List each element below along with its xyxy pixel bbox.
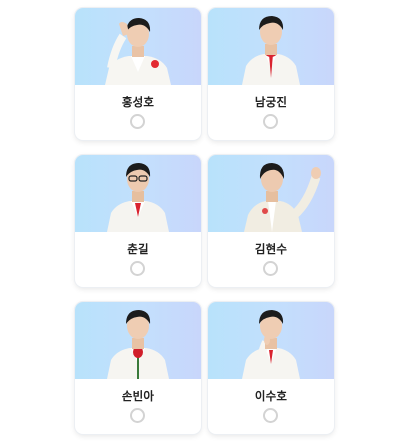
candidate-name: 김현수: [254, 242, 288, 256]
candidate-card-2[interactable]: 남궁진: [208, 8, 334, 140]
candidate-name: 손빈아: [121, 389, 155, 403]
candidate-photo: [208, 155, 334, 232]
candidate-name: 춘길: [127, 242, 149, 256]
candidate-name: 남궁진: [254, 95, 288, 109]
candidate-name: 홍성호: [121, 95, 155, 109]
candidate-card-5[interactable]: 손빈아: [75, 302, 201, 434]
candidate-name: 이수호: [254, 389, 288, 403]
vote-radio[interactable]: [263, 114, 278, 129]
candidate-photo: [75, 155, 201, 232]
candidate-photo: [208, 8, 334, 85]
vote-radio[interactable]: [263, 261, 278, 276]
candidate-photo: [208, 302, 334, 379]
vote-radio[interactable]: [130, 114, 145, 129]
candidate-card-4[interactable]: 김현수: [208, 155, 334, 287]
candidate-photo: [75, 8, 201, 85]
vote-radio[interactable]: [263, 408, 278, 423]
candidate-grid: 홍성호 남궁진 춘길 김현수 손빈아 이수호: [0, 0, 412, 445]
candidate-card-6[interactable]: 이수호: [208, 302, 334, 434]
candidate-photo: [75, 302, 201, 379]
vote-radio[interactable]: [130, 408, 145, 423]
candidate-card-3[interactable]: 춘길: [75, 155, 201, 287]
candidate-card-1[interactable]: 홍성호: [75, 8, 201, 140]
vote-radio[interactable]: [130, 261, 145, 276]
